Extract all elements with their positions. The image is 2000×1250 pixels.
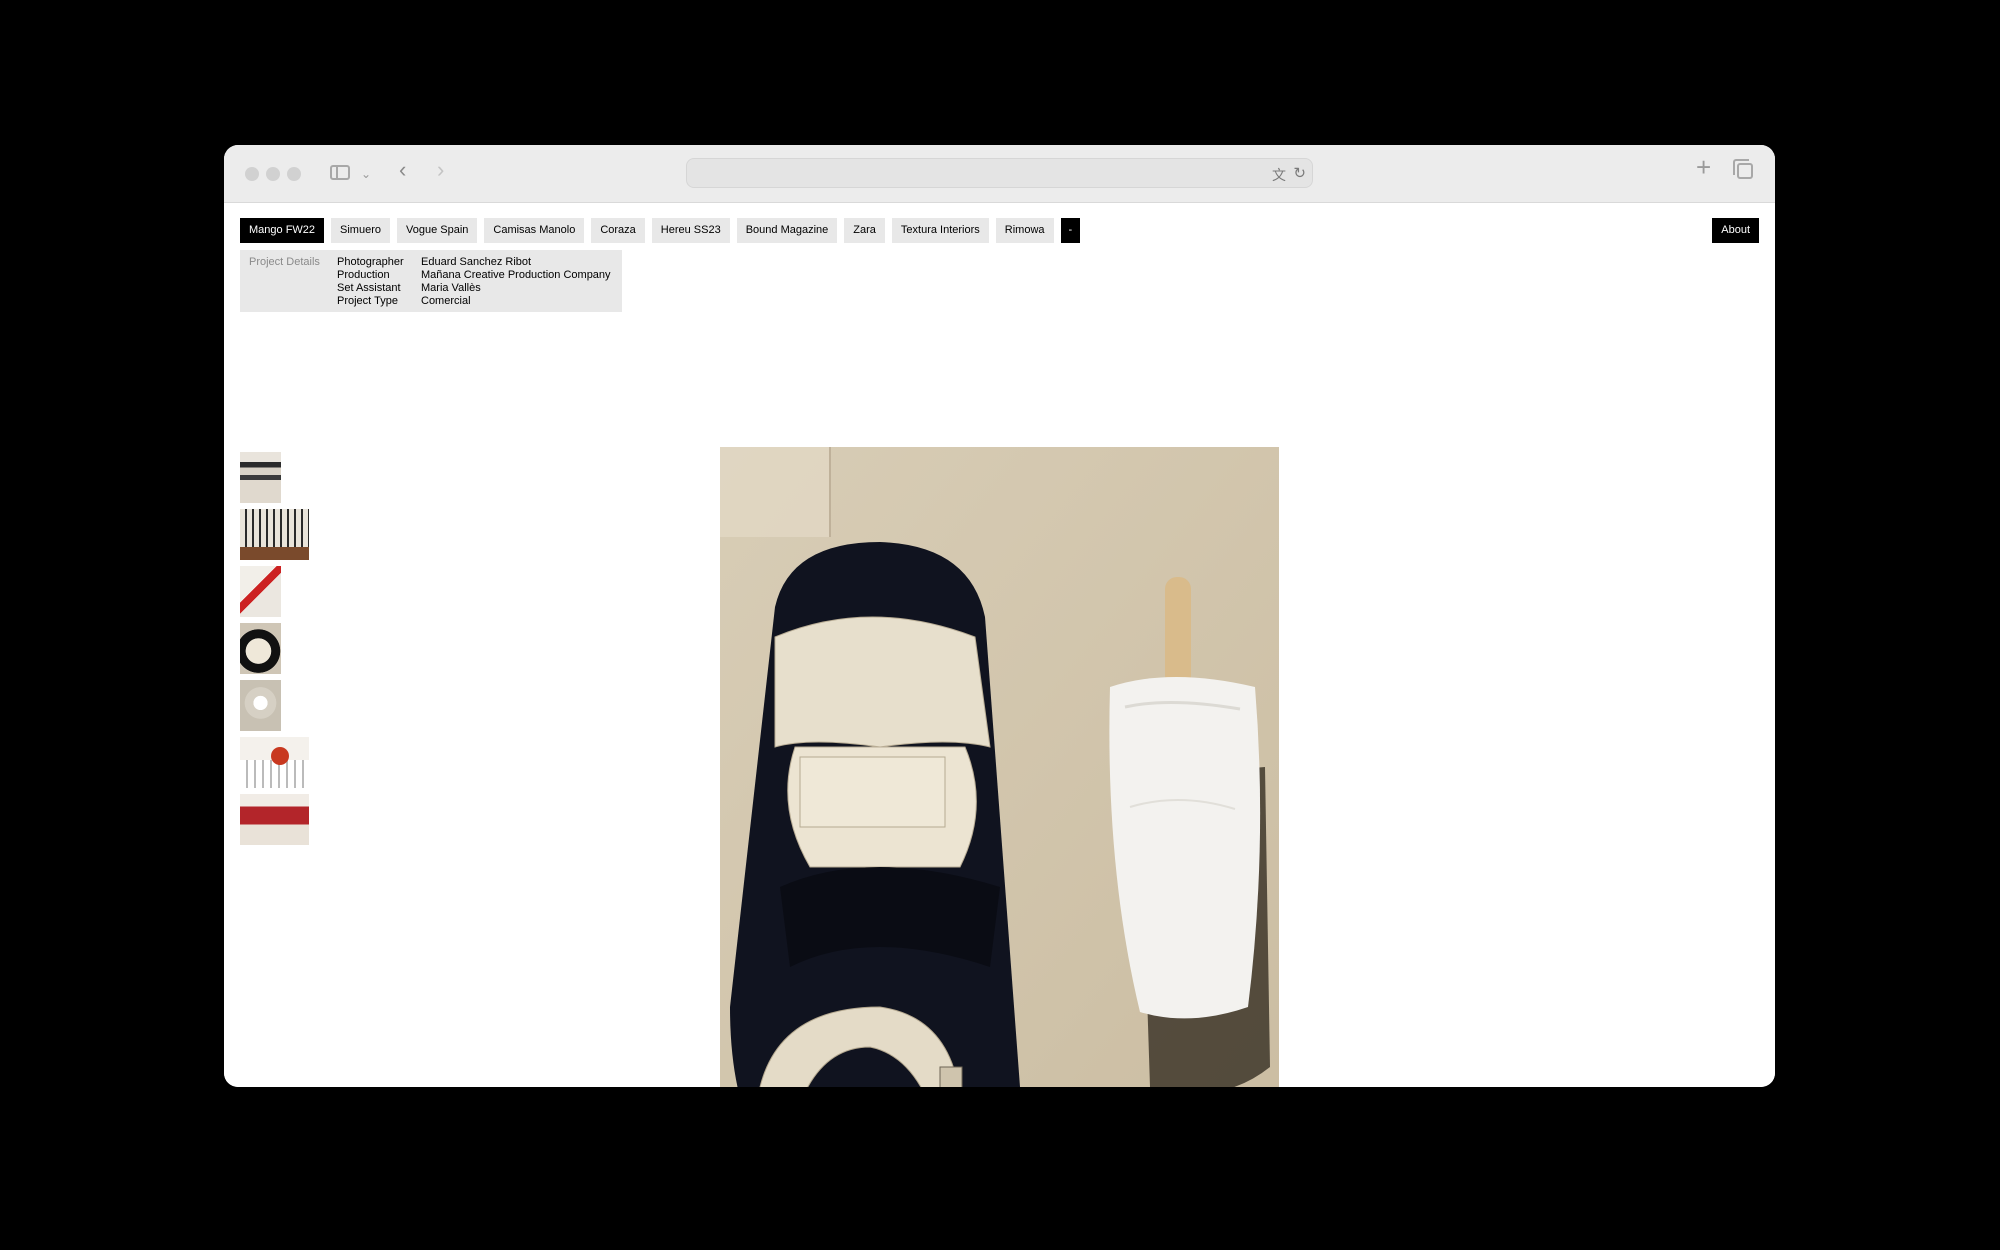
chevron-down-icon[interactable]: ⌄ [361, 165, 371, 183]
details-values: Eduard Sanchez Ribot Mañana Creative Pro… [421, 256, 611, 308]
thumbnail-shelf-stack[interactable] [240, 452, 281, 503]
back-arrow-icon[interactable]: ‹ [399, 159, 406, 181]
details-value: Maria Vallès [421, 282, 481, 294]
nav-item-hereu-ss23[interactable]: Hereu SS23 [651, 218, 730, 243]
nav-item-camisas-manolo[interactable]: Camisas Manolo [484, 218, 585, 243]
page-content: Mango FW22 Simuero Vogue Spain Camisas M… [224, 203, 1775, 1087]
thumbnail-tomato-rack[interactable] [240, 737, 309, 788]
new-tab-icon[interactable]: + [1696, 154, 1711, 180]
details-label: Set Assistant [337, 282, 401, 294]
details-value: Mañana Creative Production Company [421, 269, 611, 281]
browser-window: ⌄ ‹ › 文 ↻ + Mango FW22 Simuero Vogue Spa… [224, 145, 1775, 1087]
details-label: Photographer [337, 256, 404, 268]
nav-item-bound-magazine[interactable]: Bound Magazine [736, 218, 838, 243]
sidebar-icon[interactable] [330, 165, 350, 180]
nav-item-textura-interiors[interactable]: Textura Interiors [891, 218, 989, 243]
thumbnail-red-paper[interactable] [240, 566, 281, 617]
thumbnail-brush-row[interactable] [240, 509, 309, 560]
nav-item-zara[interactable]: Zara [844, 218, 885, 243]
project-nav: Mango FW22 Simuero Vogue Spain Camisas M… [240, 218, 1081, 243]
project-details-heading: Project Details [249, 256, 320, 268]
forward-arrow-icon[interactable]: › [437, 159, 444, 181]
tab-overview-icon[interactable] [1733, 159, 1753, 179]
details-value: Comercial [421, 295, 471, 307]
translate-icon[interactable]: 文 [1272, 165, 1286, 185]
address-bar[interactable]: 文 ↻ [686, 158, 1313, 188]
nav-item-rimowa[interactable]: Rimowa [995, 218, 1054, 243]
thumbnail-strip [240, 452, 309, 845]
thumbnail-white-chair[interactable] [240, 680, 281, 731]
nav-item-simuero[interactable]: Simuero [331, 218, 390, 243]
details-value: Eduard Sanchez Ribot [421, 256, 532, 268]
details-label: Production [337, 269, 390, 281]
nav-item-mango-fw22[interactable]: Mango FW22 [240, 218, 325, 243]
main-project-image[interactable] [720, 447, 1279, 1087]
zoom-window-button[interactable] [287, 167, 301, 181]
close-window-button[interactable] [245, 167, 259, 181]
details-label: Project Type [337, 295, 398, 307]
minimize-window-button[interactable] [266, 167, 280, 181]
thumbnail-shoe-top[interactable] [240, 623, 281, 674]
nav-item-vogue-spain[interactable]: Vogue Spain [397, 218, 478, 243]
details-labels: Photographer Production Set Assistant Pr… [337, 256, 404, 308]
reload-icon[interactable]: ↻ [1293, 164, 1306, 182]
browser-toolbar: ⌄ ‹ › 文 ↻ + [224, 145, 1775, 203]
about-button[interactable]: About [1712, 218, 1759, 243]
collapse-nav-button[interactable]: - [1060, 218, 1081, 243]
project-details-panel: Project Details Photographer Production … [240, 250, 622, 312]
nav-item-coraza[interactable]: Coraza [591, 218, 645, 243]
thumbnail-red-basket[interactable] [240, 794, 309, 845]
